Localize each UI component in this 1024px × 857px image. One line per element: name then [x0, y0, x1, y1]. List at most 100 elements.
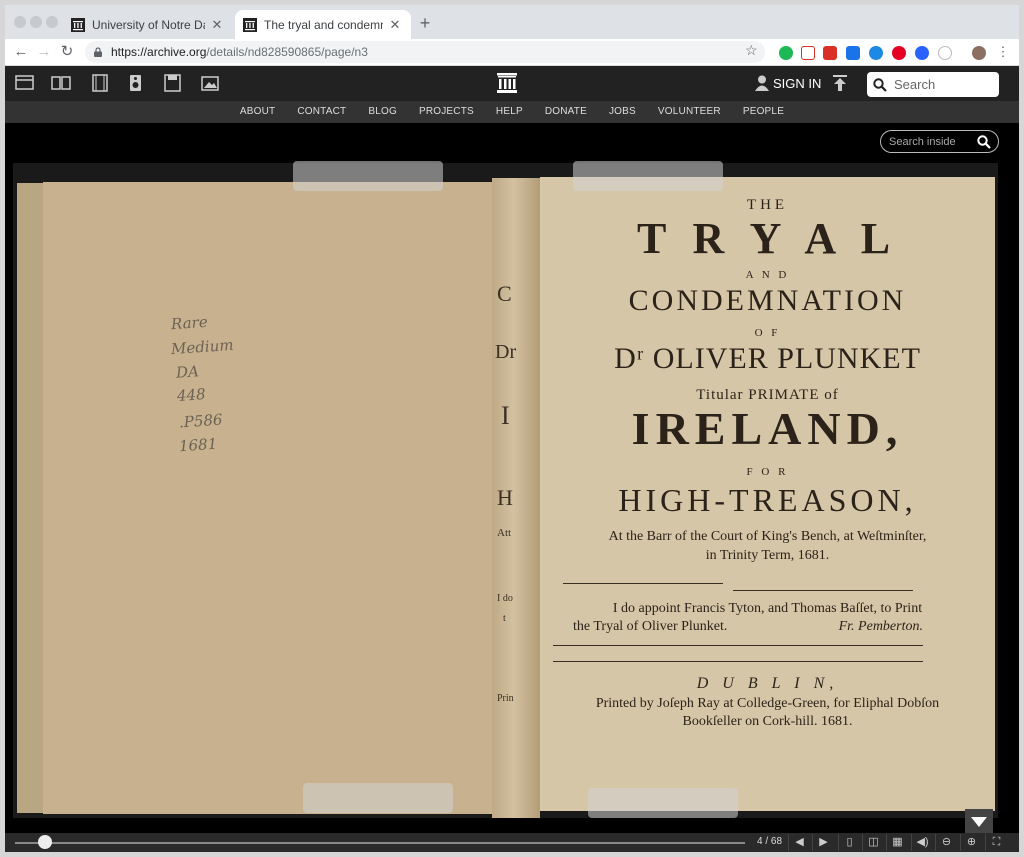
one-page-view-icon[interactable]: ▯ [838, 834, 860, 851]
zoom-out-icon[interactable]: ⊖ [935, 834, 957, 851]
archive-favicon-icon [71, 17, 85, 32]
profile-avatar[interactable] [972, 46, 986, 60]
tab-notre-dame[interactable]: University of Notre Dame Hesb ✕ [63, 10, 233, 39]
extension-clock-icon[interactable] [938, 46, 952, 60]
prev-page-button[interactable]: ◀ [788, 834, 810, 851]
call-number-line: 1681 [178, 434, 218, 456]
search-icon [977, 135, 991, 149]
tab-strip: University of Notre Dame Hesb ✕ The trya… [5, 5, 1019, 39]
tp-name: Dʳ OLIVER PLUNKET [614, 342, 921, 375]
sign-in-link[interactable]: SIGN IN [755, 75, 821, 91]
nav-people[interactable]: PEOPLE [743, 101, 784, 123]
extension-green-icon[interactable] [779, 46, 793, 60]
stub-letter: Att [497, 527, 512, 539]
images-icon[interactable] [201, 74, 221, 92]
upload-icon[interactable] [831, 74, 849, 92]
search-inside-placeholder: Search inside [889, 135, 956, 148]
page-slider-handle[interactable] [38, 835, 52, 849]
nav-projects[interactable]: PROJECTS [419, 101, 474, 123]
next-page-button[interactable]: ▶ [812, 834, 834, 851]
tp-rule [563, 583, 723, 584]
menu-dots-icon[interactable]: ⋮ [993, 42, 1013, 62]
two-page-view-icon[interactable]: ◫ [862, 834, 884, 851]
call-number-line: 448 [176, 385, 207, 405]
forward-arrow-icon[interactable]: → [34, 42, 54, 62]
gmail-badge-icon[interactable] [823, 46, 837, 60]
extension-chat-icon[interactable] [915, 46, 929, 60]
video-icon[interactable] [90, 74, 110, 92]
new-tab-button[interactable]: + [415, 13, 435, 33]
nav-contact[interactable]: CONTACT [297, 101, 346, 123]
user-icon [755, 75, 769, 91]
browser-toolbar: ← → ↻ https://archive.org/details/nd8285… [5, 39, 1019, 66]
nav-volunteer[interactable]: VOLUNTEER [658, 101, 721, 123]
tp-rule [733, 590, 913, 591]
tab-tryal[interactable]: The tryal and condemnation of ✕ [235, 10, 411, 39]
stub-letter: I [501, 401, 510, 430]
page-clip [293, 161, 443, 191]
extension-circle-icon[interactable] [869, 46, 883, 60]
search-icon [873, 77, 887, 92]
stub-letter: H [497, 485, 513, 510]
left-page[interactable] [43, 182, 501, 814]
tp-appoint-line1: I do appoint Francis Tyton, and Thomas B… [612, 601, 923, 616]
reload-icon[interactable]: ↻ [57, 42, 77, 62]
back-arrow-icon[interactable]: ← [11, 42, 31, 62]
software-icon[interactable] [163, 74, 183, 92]
thumbnail-view-icon[interactable]: ▦ [886, 834, 908, 851]
bookmark-star-icon[interactable]: ☆ [745, 42, 758, 59]
web-icon[interactable] [15, 74, 35, 92]
pinterest-icon[interactable] [892, 46, 906, 60]
call-number-line: Rare [170, 312, 209, 334]
tab-close-icon[interactable]: ✕ [387, 17, 403, 33]
stub-letter: I do [497, 593, 513, 604]
tp-for: F O R [746, 466, 789, 478]
stub-letter: t [503, 613, 506, 624]
window-zoom-dot[interactable] [46, 16, 58, 28]
page-clip [573, 161, 723, 191]
ia-nav-bar: ABOUT CONTACT BLOG PROJECTS HELP DONATE … [5, 101, 1019, 123]
read-aloud-icon[interactable]: ◀︎) [911, 834, 933, 851]
reader-nav-bar: 4 / 68 ◀ ▶ ▯ ◫ ▦ ◀︎) ⊖ ⊕ ⛶ [5, 833, 1019, 852]
stub-letter: Dr [495, 341, 517, 363]
book-spread[interactable]: Rare Medium DA 448 .P586 1681 C Dr I H A… [13, 161, 998, 818]
nav-about[interactable]: ABOUT [240, 101, 275, 123]
tp-rule [553, 645, 923, 646]
search-placeholder: Search [894, 77, 936, 92]
texts-icon[interactable] [51, 74, 71, 92]
search-inside-input[interactable]: Search inside [880, 130, 999, 153]
call-number-line: Medium [170, 335, 235, 359]
url-path: /details/nd828590865/page/n3 [206, 45, 368, 59]
tp-condemnation: CONDEMNATION [628, 284, 907, 317]
triangle-down-icon [971, 817, 987, 827]
tp-printed-line1: Printed by Joſeph Ray at Colledge-Green,… [595, 696, 940, 711]
fullscreen-icon[interactable]: ⛶ [985, 834, 1007, 851]
nav-blog[interactable]: BLOG [368, 101, 397, 123]
tp-court-line1: At the Barr of the Court of King's Bench… [608, 529, 927, 544]
ia-top-bar: SIGN IN Search [5, 66, 1019, 101]
call-number-line: .P586 [178, 410, 224, 432]
window-close-dot[interactable] [14, 16, 26, 28]
zoom-in-icon[interactable]: ⊕ [960, 834, 982, 851]
nav-donate[interactable]: DONATE [545, 101, 587, 123]
internet-archive-logo-icon[interactable] [495, 71, 519, 95]
tp-of: O F [754, 327, 781, 339]
window-minimize-dot[interactable] [30, 16, 42, 28]
site-search-input[interactable]: Search [867, 72, 999, 97]
tab-title: The tryal and condemnation of [264, 17, 383, 32]
gmail-icon[interactable] [801, 46, 815, 60]
audio-icon[interactable] [126, 74, 146, 92]
nav-jobs[interactable]: JOBS [609, 101, 636, 123]
nav-help[interactable]: HELP [496, 101, 523, 123]
toggle-toolbar-button[interactable] [965, 809, 993, 833]
call-number-line: DA [175, 362, 200, 382]
extension-blue-icon[interactable] [846, 46, 860, 60]
page-slider-track[interactable] [15, 842, 745, 844]
archive-favicon-icon [243, 17, 257, 32]
tp-appoint-line2b: Fr. Pemberton. [838, 619, 923, 634]
stub-letter: C [497, 281, 512, 306]
book-reader: Search inside Rare Medium DA 448 .P586 1… [5, 123, 1019, 833]
page-clip [588, 788, 738, 818]
address-bar[interactable]: https://archive.org/details/nd828590865/… [85, 41, 765, 63]
tab-close-icon[interactable]: ✕ [209, 17, 225, 33]
